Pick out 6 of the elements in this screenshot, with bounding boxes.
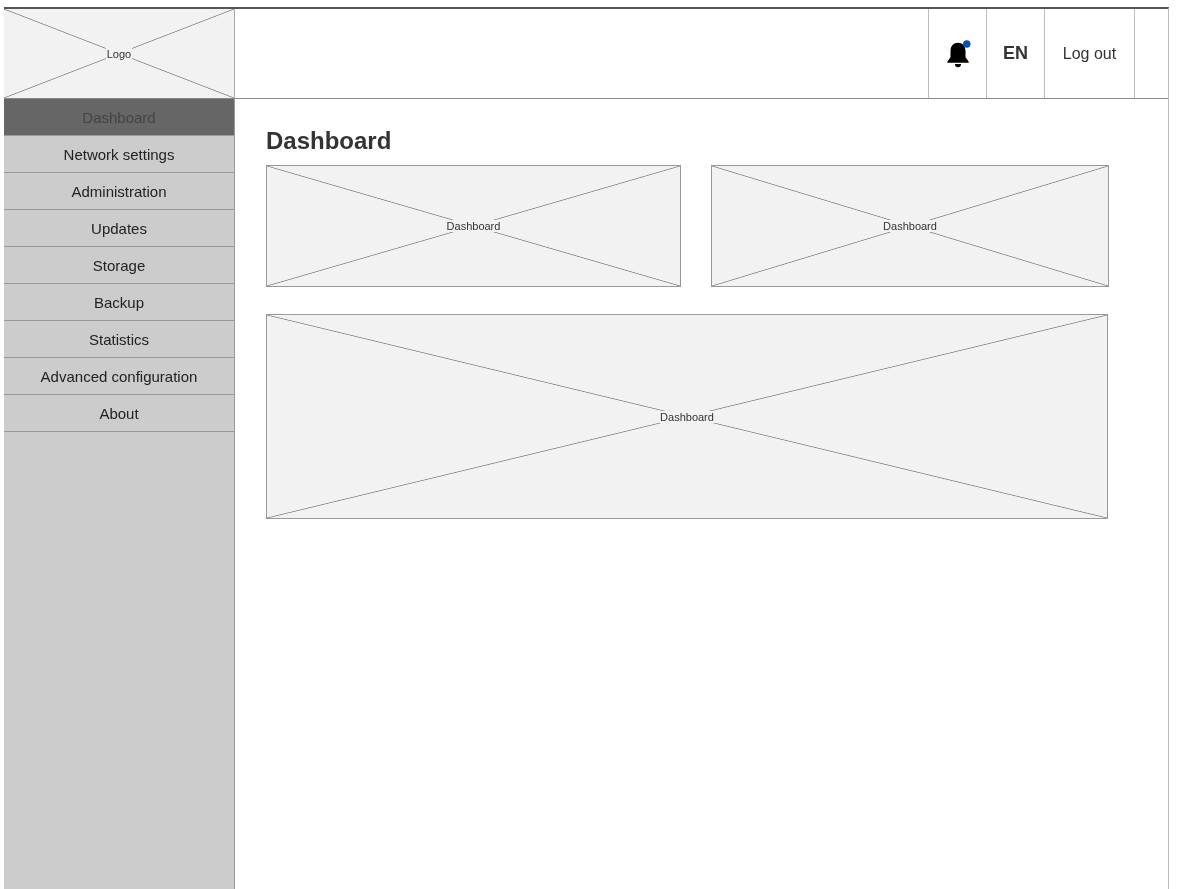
page-title: Dashboard (266, 126, 393, 156)
placeholder-label: Dashboard (659, 410, 715, 423)
placeholder-label: Dashboard (445, 220, 502, 232)
logout-button[interactable]: Log out (1044, 9, 1135, 98)
placeholder-label: Dashboard (882, 220, 938, 232)
logo-label: Logo (105, 47, 133, 60)
